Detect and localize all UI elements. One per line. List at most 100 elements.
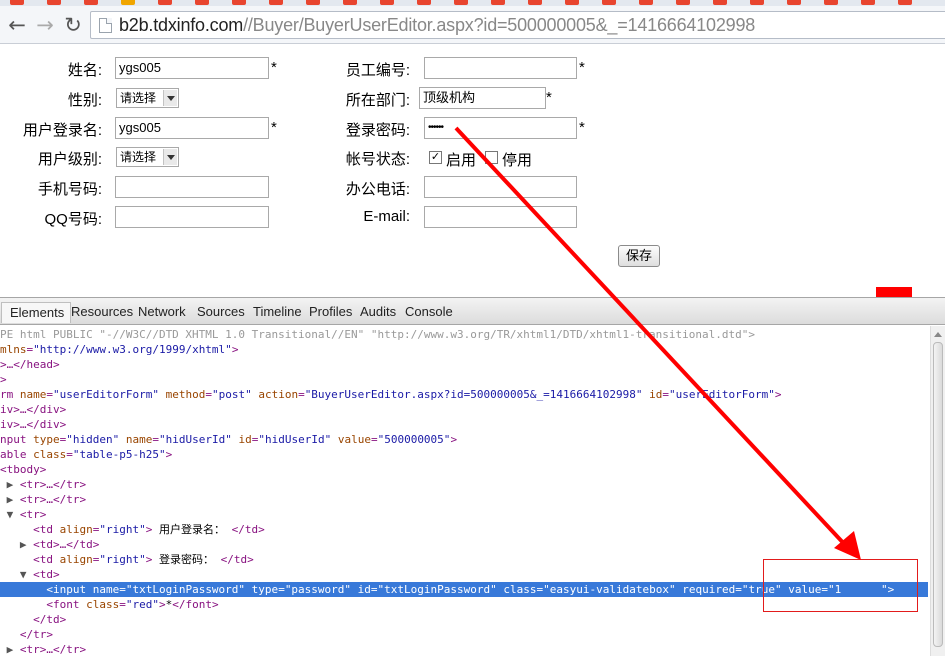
tab-favicon-icon[interactable] — [47, 0, 61, 5]
tab-favicon-icon[interactable] — [750, 0, 764, 5]
employee-no-input[interactable] — [424, 57, 577, 79]
dom-token: </tr> — [19, 628, 53, 641]
dom-token: "txtLoginPassword" — [125, 583, 246, 596]
forward-arrow-icon[interactable]: → — [32, 12, 58, 38]
reload-icon[interactable]: ↻ — [60, 12, 86, 38]
dom-token — [0, 583, 46, 596]
dom-token: name — [19, 388, 47, 401]
dom-line[interactable]: >…</head> — [0, 357, 60, 372]
dom-line[interactable]: iv>…</div> — [0, 417, 66, 432]
tab-favicon-icon[interactable] — [417, 0, 431, 5]
office-phone-label: 办公电话: — [345, 181, 410, 198]
page-icon — [99, 18, 112, 33]
tab-favicon-icon[interactable] — [306, 0, 320, 5]
dom-token: > — [0, 373, 7, 386]
tab-favicon-icon[interactable] — [565, 0, 579, 5]
qq-input[interactable] — [115, 206, 269, 228]
dom-line[interactable]: able class="table-p5-h25"> — [0, 447, 172, 462]
password-input[interactable]: •••••• — [424, 117, 577, 139]
scroll-thumb[interactable] — [933, 342, 943, 647]
mobile-input[interactable] — [115, 176, 269, 198]
tab-favicon-icon[interactable] — [121, 0, 135, 5]
tab-favicon-icon[interactable] — [454, 0, 468, 5]
devtools-scrollbar[interactable] — [930, 326, 945, 656]
dom-token: > — [165, 448, 173, 461]
office-phone-input[interactable] — [424, 176, 577, 198]
tab-console[interactable]: Console — [405, 304, 453, 319]
dom-token: = — [298, 388, 305, 401]
tab-favicon-icon[interactable] — [232, 0, 246, 5]
tab-profiles[interactable]: Profiles — [309, 304, 352, 319]
tab-favicon-icon[interactable] — [898, 0, 912, 5]
dom-token: = — [370, 433, 378, 446]
disabled-checkbox[interactable] — [485, 151, 498, 164]
email-input[interactable] — [424, 206, 577, 228]
user-level-select[interactable]: 请选择 — [116, 147, 179, 167]
name-input[interactable]: ygs005 — [115, 57, 269, 79]
tab-favicon-icon[interactable] — [491, 0, 505, 5]
dom-token: type — [245, 583, 279, 596]
dom-token: PE html PUBLIC "-//W3C//DTD XHTML 1.0 Tr… — [0, 328, 755, 341]
dom-line[interactable]: <td align="right"> 登录密码： </td> — [0, 552, 254, 567]
required-mark: * — [579, 119, 585, 136]
tab-favicon-icon[interactable] — [676, 0, 690, 5]
dom-line[interactable]: <font class="red">*</font> — [0, 597, 218, 612]
dom-line[interactable]: ▶ <tr>…</tr> — [0, 477, 87, 492]
tab-favicon-icon[interactable] — [713, 0, 727, 5]
dom-line[interactable]: ▼ <td> — [0, 567, 60, 582]
scroll-up-icon[interactable] — [934, 332, 942, 337]
browser-toolbar: ← → ↻ b2b.tdxinfo.com//Buyer/BuyerUserEd… — [0, 6, 945, 44]
tab-favicon-icon[interactable] — [195, 0, 209, 5]
dom-line[interactable]: </td> — [0, 612, 66, 627]
tab-favicon-icon[interactable] — [380, 0, 394, 5]
dom-line[interactable]: nput type="hidden" name="hidUserId" id="… — [0, 432, 457, 447]
dom-line[interactable]: </tr> — [0, 627, 53, 642]
dom-token: "hidden" — [66, 433, 120, 446]
dom-token: value — [331, 433, 371, 446]
dom-token: <input — [46, 583, 93, 596]
dom-line[interactable]: rm name="userEditorForm" method="post" a… — [0, 387, 782, 402]
tab-favicon-icon[interactable] — [343, 0, 357, 5]
dom-line[interactable]: ▶ <tr>…</tr> — [0, 642, 87, 656]
tab-favicon-icon[interactable] — [10, 0, 24, 5]
tab-favicon-icon[interactable] — [639, 0, 653, 5]
dom-line[interactable]: ▶ <td>…</td> — [0, 537, 100, 552]
tab-timeline[interactable]: Timeline — [253, 304, 302, 319]
department-input[interactable]: 顶级机构 — [419, 87, 546, 109]
tab-sources[interactable]: Sources — [197, 304, 245, 319]
gender-select[interactable]: 请选择 — [116, 88, 179, 108]
dom-token: = — [370, 583, 378, 596]
dom-line[interactable]: PE html PUBLIC "-//W3C//DTD XHTML 1.0 Tr… — [0, 327, 755, 342]
dom-line[interactable]: <td align="right"> 用户登录名： </td> — [0, 522, 265, 537]
dom-line[interactable]: ▶ <tr>…</tr> — [0, 492, 87, 507]
back-arrow-icon[interactable]: ← — [4, 12, 30, 38]
dom-line-selected[interactable]: <input name="txtLoginPassword" type="pas… — [0, 582, 894, 597]
tab-favicon-icon[interactable] — [861, 0, 875, 5]
gender-label: 性别: — [67, 92, 102, 109]
dom-token — [0, 613, 33, 626]
tab-elements[interactable]: Elements — [1, 302, 72, 323]
dom-token: "userEditorForm" — [668, 388, 775, 401]
dom-line[interactable]: ▼ <tr> — [0, 507, 47, 522]
save-button[interactable]: 保存 — [618, 245, 660, 267]
tab-favicon-icon[interactable] — [158, 0, 172, 5]
tab-network[interactable]: Network — [138, 304, 186, 319]
tab-favicon-icon[interactable] — [528, 0, 542, 5]
dom-token: <tr>…</tr> — [19, 643, 87, 656]
login-name-input[interactable]: ygs005 — [115, 117, 269, 139]
tab-favicon-icon[interactable] — [787, 0, 801, 5]
tab-favicon-icon[interactable] — [602, 0, 616, 5]
tab-favicon-icon[interactable] — [824, 0, 838, 5]
dom-line[interactable]: <tbody> — [0, 462, 46, 477]
chevron-down-icon — [163, 149, 177, 165]
tab-favicon-icon[interactable] — [84, 0, 98, 5]
dom-line[interactable]: mlns="http://www.w3.org/1999/xhtml"> — [0, 342, 238, 357]
dom-line[interactable]: iv>…</div> — [0, 402, 66, 417]
enabled-checkbox[interactable]: ✓ — [429, 151, 442, 164]
dom-token: "post" — [211, 388, 252, 401]
tab-audits[interactable]: Audits — [360, 304, 396, 319]
tab-favicon-icon[interactable] — [269, 0, 283, 5]
tab-resources[interactable]: Resources — [71, 304, 133, 319]
dom-line[interactable]: > — [0, 372, 7, 387]
address-bar[interactable]: b2b.tdxinfo.com//Buyer/BuyerUserEditor.a… — [90, 11, 945, 39]
